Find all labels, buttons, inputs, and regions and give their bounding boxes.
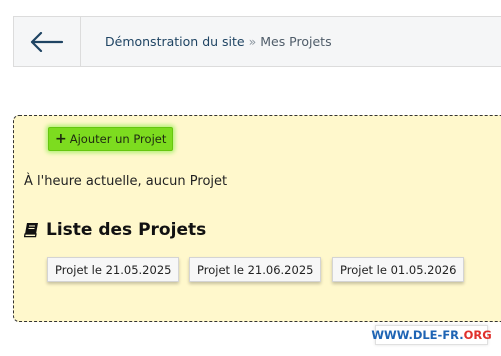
arrow-left-icon [30, 31, 64, 52]
project-item[interactable]: Projet le 21.06.2025 [189, 257, 322, 282]
breadcrumb: Démonstration du site » Mes Projets [105, 34, 332, 49]
breadcrumb-link-home[interactable]: Démonstration du site [105, 34, 245, 49]
projects-panel: + Ajouter un Projet À l'heure actuelle, … [13, 115, 501, 322]
no-project-status: À l'heure actuelle, aucun Projet [24, 174, 228, 189]
breadcrumb-separator: » [244, 34, 261, 49]
watermark-main: WWW.DLE-FR. [371, 328, 464, 342]
projects-list-title: Liste des Projets [46, 220, 207, 240]
watermark-suffix: ORG [463, 328, 492, 342]
plus-icon: + [55, 131, 67, 147]
add-project-label: Ajouter un Projet [69, 132, 167, 146]
top-navigation-bar: Démonstration du site » Mes Projets [13, 16, 501, 67]
add-project-button[interactable]: + Ajouter un Projet [48, 127, 174, 151]
breadcrumb-current: Mes Projets [260, 34, 332, 49]
projects-list-heading: Liste des Projets [24, 220, 206, 240]
site-watermark[interactable]: WWW.DLE-FR. ORG [371, 325, 492, 345]
book-icon [24, 223, 38, 238]
project-item[interactable]: Projet le 01.05.2026 [332, 257, 465, 282]
project-item[interactable]: Projet le 21.05.2025 [47, 257, 180, 282]
back-button[interactable] [14, 17, 81, 66]
